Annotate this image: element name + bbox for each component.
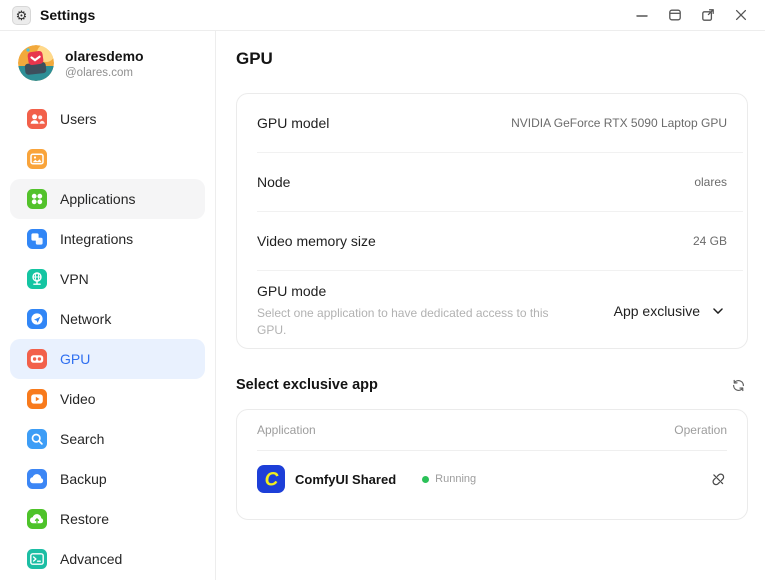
column-operation: Operation bbox=[674, 423, 727, 438]
gpu-mode-text: GPU mode Select one application to have … bbox=[257, 283, 559, 339]
table-row: C ComfyUI Shared Running bbox=[237, 451, 747, 519]
gpu-info-card: GPU model NVIDIA GeForce RTX 5090 Laptop… bbox=[236, 93, 748, 350]
window-controls bbox=[634, 7, 749, 23]
app-name: ComfyUI Shared bbox=[295, 471, 397, 487]
gpu-mode-row: GPU mode Select one application to have … bbox=[237, 271, 747, 348]
video-memory-row: Video memory size 24 GB bbox=[237, 212, 747, 270]
video-memory-value: 24 GB bbox=[692, 234, 727, 248]
network-icon bbox=[27, 309, 47, 329]
sidebar-item-users[interactable]: Users bbox=[10, 99, 205, 139]
unbind-link-off-icon[interactable] bbox=[709, 470, 727, 488]
chevron-down-icon bbox=[713, 308, 723, 314]
main-panel: GPU GPU model NVIDIA GeForce RTX 5090 La… bbox=[216, 31, 765, 580]
sidebar-item-backup[interactable]: Backup bbox=[10, 459, 205, 499]
page-title: GPU bbox=[236, 49, 273, 68]
sidebar-item-advanced[interactable]: Advanced bbox=[10, 539, 205, 579]
sidebar-item-label: Users bbox=[60, 111, 97, 127]
sidebar-item-label: Video bbox=[60, 391, 96, 407]
restore-icon bbox=[27, 509, 47, 529]
appearance-icon bbox=[27, 149, 47, 169]
sidebar-item-label: Applications bbox=[60, 191, 136, 207]
gpu-mode-value: App exclusive bbox=[613, 303, 700, 320]
profile-name: olaresdemo bbox=[65, 47, 144, 64]
user-profile[interactable]: olaresdemo @olares.com bbox=[10, 39, 205, 99]
avatar bbox=[18, 45, 54, 81]
sidebar-item-applications[interactable]: Applications bbox=[10, 179, 205, 219]
sidebar-item-gpu[interactable]: GPU bbox=[10, 339, 205, 379]
status-dot bbox=[422, 475, 430, 483]
status-text: Running bbox=[435, 473, 477, 486]
sidebar-item-label: Network bbox=[60, 311, 112, 327]
video-icon bbox=[27, 389, 47, 409]
sidebar-item-label: Integrations bbox=[60, 231, 134, 247]
exclusive-app-title: Select exclusive app bbox=[236, 377, 378, 394]
node-value: olares bbox=[694, 175, 727, 189]
gpu-mode-description: Select one application to have dedicated… bbox=[257, 306, 549, 338]
sidebar-item-label: Advanced bbox=[60, 551, 123, 567]
exclusive-app-table: Application Operation C ComfyUI Shared R… bbox=[236, 409, 748, 521]
sidebar-item-search[interactable]: Search bbox=[10, 419, 205, 459]
gpu-icon bbox=[27, 349, 47, 369]
sidebar-menu: Users Appearance Applications Integ bbox=[10, 99, 205, 579]
search-icon bbox=[27, 429, 47, 449]
gpu-model-row: GPU model NVIDIA GeForce RTX 5090 Laptop… bbox=[237, 94, 747, 152]
maximize-icon[interactable] bbox=[667, 7, 683, 23]
backup-icon bbox=[27, 469, 47, 489]
settings-app-icon: ⚙ bbox=[12, 5, 31, 25]
table-header: Application Operation bbox=[237, 410, 747, 450]
close-icon[interactable] bbox=[733, 7, 749, 23]
sidebar-item-restore[interactable]: Restore bbox=[10, 499, 205, 539]
vpn-icon bbox=[27, 269, 47, 289]
sidebar-item-vpn[interactable]: VPN bbox=[10, 259, 205, 299]
sidebar-item-appearance[interactable]: Appearance bbox=[10, 139, 205, 179]
sidebar-item-integrations[interactable]: Integrations bbox=[10, 219, 205, 259]
column-application: Application bbox=[257, 423, 316, 438]
sidebar-item-label: Search bbox=[60, 431, 105, 447]
titlebar: ⚙ Settings bbox=[0, 0, 765, 31]
applications-icon bbox=[27, 189, 47, 209]
profile-handle: @olares.com bbox=[65, 66, 133, 79]
gpu-mode-label: GPU mode bbox=[257, 283, 327, 299]
video-memory-label: Video memory size bbox=[257, 233, 376, 249]
advanced-icon bbox=[27, 549, 47, 569]
sidebar-item-label: Restore bbox=[60, 511, 110, 527]
gpu-mode-dropdown[interactable]: App exclusive bbox=[614, 302, 727, 320]
status-badge: Running bbox=[422, 473, 476, 485]
svg-text:C: C bbox=[265, 470, 279, 491]
refresh-icon[interactable] bbox=[731, 378, 746, 393]
exclusive-app-section-header: Select exclusive app bbox=[236, 377, 746, 393]
integrations-icon bbox=[27, 229, 47, 249]
gpu-model-label: GPU model bbox=[257, 115, 330, 131]
window-title: Settings bbox=[40, 7, 96, 23]
sidebar-item-label: VPN bbox=[60, 271, 89, 287]
gpu-model-value: NVIDIA GeForce RTX 5090 Laptop GPU bbox=[511, 116, 727, 130]
node-label: Node bbox=[257, 174, 291, 190]
users-icon bbox=[27, 109, 47, 129]
open-external-icon[interactable] bbox=[700, 7, 716, 23]
sidebar-item-network[interactable]: Network bbox=[10, 299, 205, 339]
sidebar: olaresdemo @olares.com Users Appearance bbox=[0, 31, 216, 580]
node-row: Node olares bbox=[237, 153, 747, 211]
sidebar-item-video[interactable]: Video bbox=[10, 379, 205, 419]
profile-text: olaresdemo @olares.com bbox=[65, 48, 144, 79]
sidebar-item-label: Backup bbox=[60, 471, 107, 487]
minimize-icon[interactable] bbox=[634, 7, 650, 23]
sidebar-item-label: GPU bbox=[60, 351, 91, 367]
comfyui-app-icon: C bbox=[257, 465, 285, 494]
